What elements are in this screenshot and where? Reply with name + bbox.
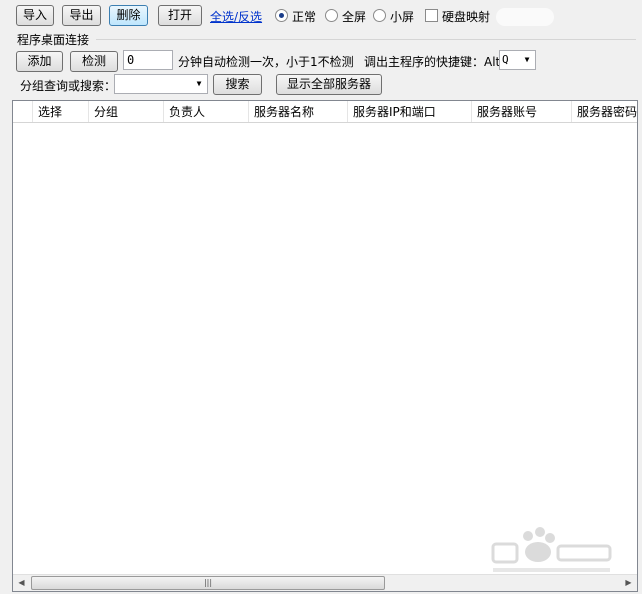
column-header-server-ip-port[interactable]: 服务器IP和端口	[348, 101, 472, 122]
view-mode-normal-radio[interactable]	[275, 9, 288, 22]
view-mode-fullscreen-radio[interactable]	[325, 9, 338, 22]
interval-text: 分钟自动检测一次，小于1不检测	[178, 55, 354, 69]
chevron-down-icon: ▼	[524, 55, 530, 64]
scrollbar-thumb[interactable]: |||	[31, 576, 385, 590]
search-button[interactable]: 搜索	[213, 74, 262, 95]
search-label: 分组查询或搜索：	[20, 79, 117, 93]
column-header-server-password[interactable]: 服务器密码	[572, 101, 637, 122]
desktop-section-title: 程序桌面连接	[17, 33, 90, 47]
interval-input[interactable]: 0	[123, 50, 173, 70]
check-button[interactable]: 检测	[70, 51, 118, 72]
hotkey-text: 调出主程序的快捷键：Alt+	[364, 55, 511, 69]
hotkey-value: Q	[502, 53, 509, 66]
column-header-server-account[interactable]: 服务器账号	[472, 101, 572, 122]
column-header-select[interactable]: 选择	[33, 101, 89, 122]
disk-map-label: 硬盘映射	[442, 10, 491, 24]
chevron-down-icon: ▼	[196, 79, 202, 88]
show-all-servers-button[interactable]: 显示全部服务器	[276, 74, 382, 95]
delete-button[interactable]: 删除	[109, 5, 148, 26]
group-divider	[96, 39, 636, 40]
open-button[interactable]: 打开	[158, 5, 202, 26]
view-mode-small-radio[interactable]	[373, 9, 386, 22]
select-toggle-link[interactable]: 全选/反选	[210, 8, 262, 25]
view-mode-normal-label: 正常	[292, 10, 317, 24]
server-table[interactable]: 选择 分组 负责人 服务器名称 服务器IP和端口 服务器账号 服务器密码 ◀ |…	[12, 100, 638, 592]
search-combo[interactable]: ▼	[114, 74, 208, 94]
redacted-area	[496, 8, 554, 26]
column-header-server-name[interactable]: 服务器名称	[249, 101, 348, 122]
import-button[interactable]: 导入	[16, 5, 54, 26]
hotkey-select[interactable]: Q ▼	[499, 50, 536, 70]
export-button[interactable]: 导出	[62, 5, 101, 26]
scroll-right-icon[interactable]: ▶	[620, 575, 637, 591]
view-mode-fullscreen-label: 全屏	[342, 10, 367, 24]
view-mode-small-label: 小屏	[390, 10, 415, 24]
table-header: 选择 分组 负责人 服务器名称 服务器IP和端口 服务器账号 服务器密码	[13, 101, 637, 123]
column-header-group[interactable]: 分组	[89, 101, 164, 122]
disk-map-checkbox[interactable]	[425, 9, 438, 22]
add-button[interactable]: 添加	[16, 51, 63, 72]
column-header-owner[interactable]: 负责人	[164, 101, 249, 122]
row-header-corner	[13, 101, 33, 122]
scroll-left-icon[interactable]: ◀	[13, 575, 30, 591]
baidu-watermark-logo	[491, 527, 612, 572]
